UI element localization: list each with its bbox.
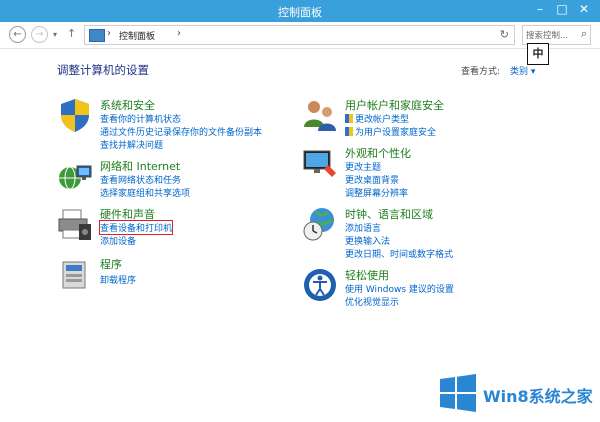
search-box[interactable]: 搜索控制... ⌕	[522, 25, 591, 45]
windows-logo-icon	[440, 374, 476, 412]
category-title[interactable]: 外观和个性化	[345, 145, 411, 161]
category-title[interactable]: 用户帐户和家庭安全	[345, 97, 444, 113]
title-bar[interactable]: 控制面板 – □ ✕	[0, 0, 600, 22]
category-title[interactable]: 时钟、语言和区域	[345, 206, 433, 222]
printer-icon[interactable]	[57, 206, 93, 242]
view-by-dropdown[interactable]: 类别 ▾	[510, 64, 535, 77]
link-change-input-method[interactable]: 更换输入法	[345, 234, 390, 247]
appearance-monitor-icon[interactable]	[302, 145, 338, 181]
category-title[interactable]: 程序	[100, 256, 122, 272]
breadcrumb-separator: ›	[107, 28, 111, 39]
link-optimize-visual-display[interactable]: 优化视觉显示	[345, 295, 399, 308]
search-icon[interactable]: ⌕	[581, 27, 587, 41]
link-change-theme[interactable]: 更改主题	[345, 160, 381, 173]
navigation-bar: ← → ▾ ↑ › 控制面板 › ↻ 搜索控制... ⌕	[0, 22, 600, 49]
address-bar[interactable]: › 控制面板 › ↻	[84, 25, 515, 45]
accessibility-icon[interactable]	[302, 267, 338, 303]
shield-icon[interactable]	[57, 97, 93, 133]
close-button[interactable]: ✕	[573, 0, 595, 20]
clock-globe-icon[interactable]	[302, 206, 338, 242]
window-title: 控制面板	[278, 6, 322, 19]
link-label[interactable]: 为用户设置家庭安全	[355, 128, 436, 138]
forward-arrow-icon[interactable]: →	[31, 26, 48, 43]
link-windows-recommended-settings[interactable]: 使用 Windows 建议的设置	[345, 282, 454, 295]
link-desktop-background[interactable]: 更改桌面背景	[345, 173, 399, 186]
search-input[interactable]: 搜索控制...	[526, 29, 568, 41]
breadcrumb-control-panel[interactable]: 控制面板	[119, 29, 155, 42]
link-add-language[interactable]: 添加语言	[345, 221, 381, 234]
link-label[interactable]: 更改帐户类型	[355, 115, 409, 125]
link-network-status[interactable]: 查看网络状态和任务	[100, 173, 181, 186]
link-add-device[interactable]: 添加设备	[100, 234, 136, 247]
link-view-computer-status[interactable]: 查看你的计算机状态	[100, 112, 181, 125]
link-file-history-backup[interactable]: 通过文件历史记录保存你的文件备份副本	[100, 125, 262, 138]
breadcrumb-separator-end[interactable]: ›	[177, 28, 181, 39]
link-date-time-format[interactable]: 更改日期、时间或数字格式	[345, 247, 453, 260]
back-arrow-icon[interactable]: ←	[9, 26, 26, 43]
page-title: 调整计算机的设置	[57, 63, 149, 77]
ime-indicator[interactable]: 中	[527, 43, 549, 65]
refresh-icon[interactable]: ↻	[500, 28, 509, 41]
link-homegroup-sharing[interactable]: 选择家庭组和共享选项	[100, 186, 190, 199]
globe-network-icon[interactable]	[57, 158, 93, 194]
link-family-safety[interactable]: 为用户设置家庭安全	[345, 125, 436, 138]
link-change-account-type[interactable]: 更改帐户类型	[345, 112, 409, 125]
control-panel-icon	[89, 29, 105, 42]
category-title[interactable]: 轻松使用	[345, 267, 389, 283]
link-uninstall-program[interactable]: 卸载程序	[100, 273, 136, 286]
programs-icon[interactable]	[57, 256, 93, 292]
uac-shield-icon	[345, 114, 353, 123]
minimize-button[interactable]: –	[529, 0, 551, 20]
recent-pages-chevron-icon[interactable]: ▾	[53, 30, 57, 39]
up-arrow-icon[interactable]: ↑	[67, 27, 76, 40]
link-troubleshoot[interactable]: 查找并解决问题	[100, 138, 163, 151]
link-devices-printers[interactable]: 查看设备和打印机	[98, 220, 174, 235]
maximize-button[interactable]: □	[551, 0, 573, 20]
category-title[interactable]: 硬件和声音	[100, 206, 155, 222]
view-by-label: 查看方式:	[461, 67, 501, 77]
category-title[interactable]: 网络和 Internet	[100, 158, 180, 174]
users-icon[interactable]	[302, 97, 338, 133]
category-title[interactable]: 系统和安全	[100, 97, 155, 113]
watermark-text: Win8系统之家	[483, 387, 593, 406]
uac-shield-icon	[345, 127, 353, 136]
link-screen-resolution[interactable]: 调整屏幕分辨率	[345, 186, 408, 199]
